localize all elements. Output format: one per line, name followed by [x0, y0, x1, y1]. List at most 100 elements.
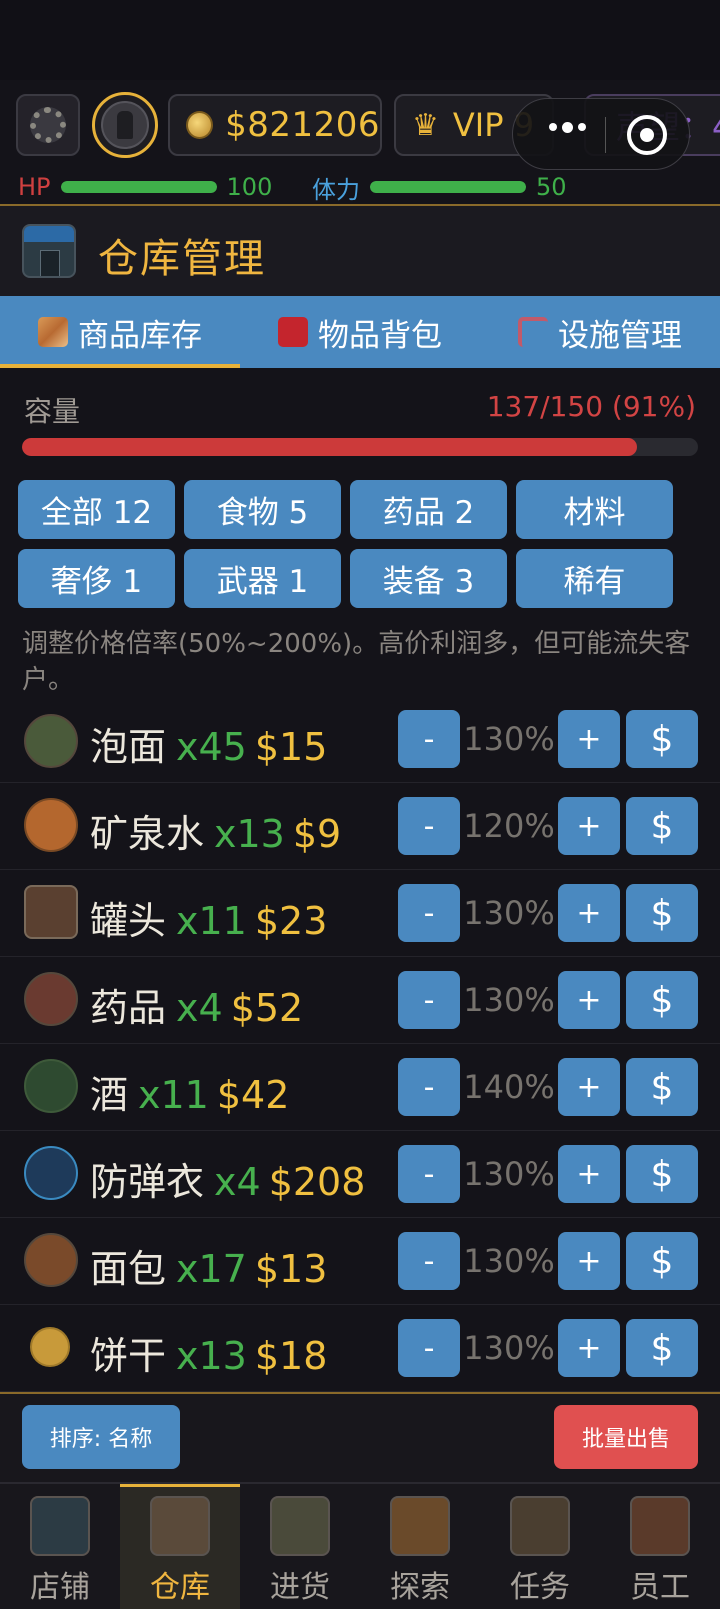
hp-bar-fill [60, 181, 217, 193]
close-target-icon[interactable] [627, 115, 667, 155]
filter-materials[interactable]: 材料 [516, 480, 673, 539]
filter-medicine[interactable]: 药品 2 [350, 480, 507, 539]
nav-restock[interactable]: 进货 [240, 1484, 360, 1609]
filter-food[interactable]: 食物 5 [184, 480, 341, 539]
item-info: 酒 x11 $42 [90, 1064, 289, 1119]
list-item: 面包 x17 $13 - 130% + $ [0, 1218, 720, 1305]
item-qty: x4 [214, 1160, 261, 1204]
sell-button[interactable]: $ [626, 971, 698, 1029]
tab-label: 设施管理 [558, 317, 682, 354]
water-drop-icon [24, 798, 78, 852]
sell-button[interactable]: $ [626, 1058, 698, 1116]
item-qty: x13 [176, 1334, 247, 1378]
increase-price-button[interactable]: + [558, 971, 620, 1029]
filter-weapons[interactable]: 武器 1 [184, 549, 341, 608]
item-name: 面包 [90, 1247, 167, 1291]
sell-button[interactable]: $ [626, 710, 698, 768]
warehouse-header-icon [22, 224, 76, 278]
gear-icon [30, 107, 66, 143]
nav-label: 探索 [390, 1570, 450, 1605]
noodles-icon [24, 714, 78, 768]
list-item: 饼干 x13 $18 - 130% + $ [0, 1305, 720, 1392]
tab-label: 商品库存 [78, 317, 202, 354]
increase-price-button[interactable]: + [558, 1145, 620, 1203]
decrease-price-button[interactable]: - [398, 797, 460, 855]
tab-inventory[interactable]: 商品库存 [0, 296, 240, 368]
item-name: 罐头 [90, 899, 167, 943]
mini-program-capsule[interactable] [512, 98, 690, 170]
nav-staff[interactable]: 员工 [600, 1484, 720, 1609]
batch-sell-button[interactable]: 批量出售 [554, 1405, 698, 1469]
increase-price-button[interactable]: + [558, 1232, 620, 1290]
item-info: 饼干 x13 $18 [90, 1325, 327, 1380]
nav-explore[interactable]: 探索 [360, 1484, 480, 1609]
decrease-price-button[interactable]: - [398, 1145, 460, 1203]
list-item: 防弹衣 x4 $208 - 130% + $ [0, 1131, 720, 1218]
money-display: $821206 [168, 94, 382, 156]
sell-button[interactable]: $ [626, 1319, 698, 1377]
stamina-meter: 体力 50 [312, 172, 567, 204]
price-multiplier: 130% [463, 720, 555, 758]
warehouse-icon [150, 1496, 210, 1556]
increase-price-button[interactable]: + [558, 1319, 620, 1377]
avatar-button[interactable] [92, 92, 158, 158]
item-qty: x11 [176, 899, 247, 943]
item-qty: x45 [176, 725, 247, 769]
box-icon [38, 317, 68, 347]
price-controls: - 130% + $ [398, 1232, 698, 1290]
decrease-price-button[interactable]: - [398, 710, 460, 768]
pricing-hint: 调整价格倍率(50%~200%)。高价利润多，但可能流失客户。 [22, 629, 691, 695]
hp-bar [60, 181, 217, 193]
decrease-price-button[interactable]: - [398, 1232, 460, 1290]
nav-label: 进货 [270, 1570, 330, 1605]
nav-tasks[interactable]: 任务 [480, 1484, 600, 1609]
item-qty: x11 [138, 1073, 209, 1117]
stamina-bar [370, 181, 526, 193]
price-multiplier: 130% [463, 1329, 555, 1367]
item-price: $18 [254, 1334, 328, 1378]
shield-icon [24, 1146, 78, 1200]
hp-value: 100 [226, 173, 273, 201]
increase-price-button[interactable]: + [558, 1058, 620, 1116]
sell-button[interactable]: $ [626, 884, 698, 942]
nav-warehouse[interactable]: 仓库 [120, 1484, 240, 1609]
decrease-price-button[interactable]: - [398, 1058, 460, 1116]
filter-all[interactable]: 全部 12 [18, 480, 175, 539]
filter-rare[interactable]: 稀有 [516, 549, 673, 608]
item-price: $15 [254, 725, 328, 769]
tab-backpack[interactable]: 物品背包 [240, 296, 480, 368]
item-info: 药品 x4 $52 [90, 977, 303, 1032]
filter-luxury[interactable]: 奢侈 1 [18, 549, 175, 608]
sell-button[interactable]: $ [626, 797, 698, 855]
capacity-bar [22, 438, 698, 456]
increase-price-button[interactable]: + [558, 710, 620, 768]
sort-button[interactable]: 排序: 名称 [22, 1405, 180, 1469]
filter-equipment[interactable]: 装备 3 [350, 549, 507, 608]
sell-button[interactable]: $ [626, 1145, 698, 1203]
pill-icon [24, 972, 78, 1026]
item-price: $208 [268, 1160, 366, 1204]
decrease-price-button[interactable]: - [398, 971, 460, 1029]
settings-button[interactable] [16, 94, 80, 156]
item-info: 泡面 x45 $15 [90, 716, 327, 771]
more-options-icon[interactable] [549, 122, 586, 133]
capsule-divider [605, 117, 606, 153]
decrease-price-button[interactable]: - [398, 1319, 460, 1377]
bread-icon [24, 1233, 78, 1287]
sell-button[interactable]: $ [626, 1232, 698, 1290]
increase-price-button[interactable]: + [558, 884, 620, 942]
crown-icon: ♛ [412, 107, 439, 143]
capacity-label: 容量 [24, 395, 81, 428]
item-price: $9 [292, 812, 342, 856]
price-controls: - 130% + $ [398, 710, 698, 768]
decrease-price-button[interactable]: - [398, 884, 460, 942]
price-multiplier: 130% [463, 1242, 555, 1280]
item-info: 防弹衣 x4 $208 [90, 1151, 365, 1206]
tab-facilities[interactable]: 设施管理 [480, 296, 720, 368]
nav-shop[interactable]: 店铺 [0, 1484, 120, 1609]
increase-price-button[interactable]: + [558, 797, 620, 855]
category-filters: 全部 12 食物 5 药品 2 材料 奢侈 1 武器 1 装备 3 稀有 [18, 480, 678, 608]
item-name: 防弹衣 [90, 1160, 205, 1204]
stamina-value: 50 [536, 173, 567, 201]
skull-coin-icon [186, 111, 214, 139]
